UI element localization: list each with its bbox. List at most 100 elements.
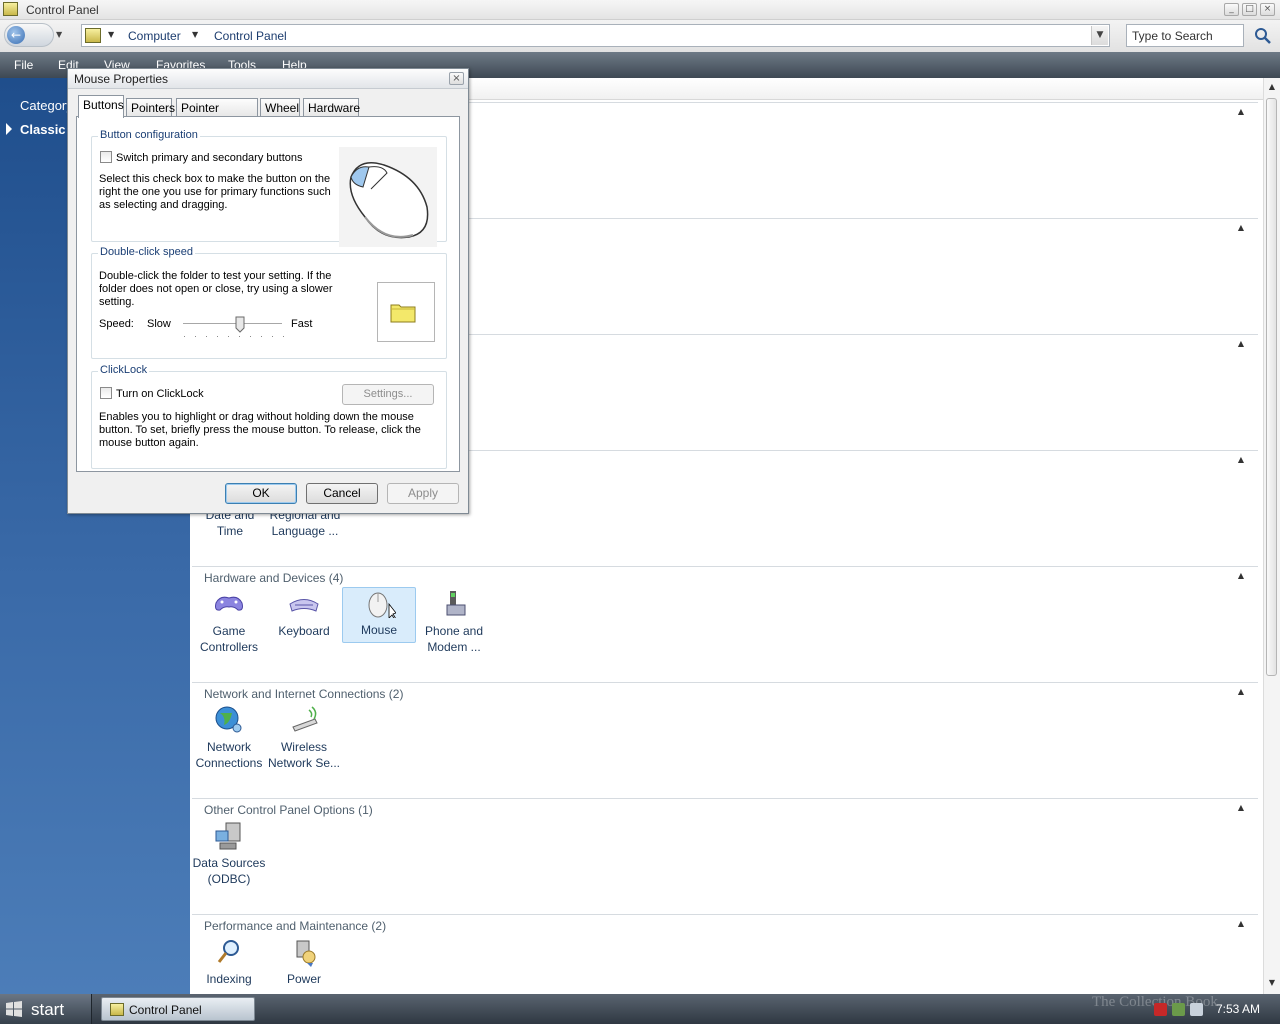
gamepad-icon	[215, 596, 243, 611]
button-config-desc-line2: right the one you use for primary functi…	[99, 186, 331, 198]
magnifier-icon	[217, 940, 239, 963]
item-date-and-time[interactable]: Date and Time	[193, 507, 267, 563]
item-wireless-network-setup[interactable]: Wireless Network Se...	[267, 705, 341, 770]
tab-pointers[interactable]: Pointers	[126, 98, 175, 117]
tab-buttons[interactable]: Buttons	[78, 95, 124, 118]
collapse-icon[interactable]: ▲	[1238, 571, 1244, 580]
title-bar: Control Panel _ □ ×	[0, 0, 1280, 20]
scroll-up-icon[interactable]: ▲	[1265, 80, 1279, 94]
group-title: Performance and Maintenance (2)	[204, 919, 387, 933]
control-panel-icon	[110, 1003, 124, 1016]
start-label: start	[31, 1000, 65, 1019]
dialog-close-button[interactable]: ×	[449, 72, 464, 85]
buttons-tab-panel: Button configuration Switch primary and …	[76, 116, 460, 472]
network-globe-icon	[215, 706, 242, 733]
chevron-down-icon[interactable]: ▼	[192, 30, 198, 39]
apply-button[interactable]: Apply	[387, 483, 459, 504]
back-arrow-icon: ←	[7, 26, 25, 44]
taskbar: start Control Panel The Collection Book …	[0, 994, 1280, 1024]
clicklock-legend: ClickLock	[98, 364, 150, 376]
collapse-icon[interactable]: ▲	[1238, 803, 1244, 812]
tab-wheel[interactable]: Wheel	[260, 98, 300, 117]
sidebar-item-category-view[interactable]: Category	[20, 98, 73, 113]
vertical-scrollbar[interactable]: ▲ ▼	[1263, 78, 1280, 994]
address-row: ← ▼ ▼ Computer ▼ Control Panel ▼ Type to…	[0, 20, 1280, 52]
control-panel-icon	[3, 2, 18, 16]
volume-icon[interactable]	[1190, 1003, 1203, 1016]
windows-logo-icon	[6, 1001, 22, 1017]
sidebar-item-classic-view[interactable]: Classic	[20, 122, 66, 137]
item-regional-and-language[interactable]: Regional and Language ...	[266, 507, 344, 563]
breadcrumb-computer[interactable]: Computer	[128, 29, 181, 43]
taskbar-button-control-panel[interactable]: Control Panel	[101, 997, 255, 1021]
group-title: Network and Internet Connections (2)	[204, 687, 404, 701]
scroll-thumb[interactable]	[1266, 98, 1277, 676]
fast-label: Fast	[291, 318, 313, 330]
collapse-icon[interactable]: ▲	[1238, 687, 1244, 696]
tab-hardware[interactable]: Hardware	[303, 98, 360, 117]
mouse-illustration-icon	[339, 147, 437, 247]
collapse-icon[interactable]: ▲	[1238, 223, 1244, 232]
double-click-legend: Double-click speed	[98, 246, 195, 258]
address-dropdown-icon[interactable]: ▼	[1091, 26, 1108, 45]
double-click-desc-line1: Double-click the folder to test your set…	[99, 270, 332, 282]
minimize-button[interactable]: _	[1224, 3, 1239, 16]
cancel-button[interactable]: Cancel	[306, 483, 378, 504]
keyboard-icon	[289, 599, 319, 612]
network-tray-icon[interactable]	[1172, 1003, 1185, 1016]
search-input[interactable]: Type to Search	[1126, 24, 1244, 47]
scroll-down-icon[interactable]: ▼	[1265, 976, 1279, 990]
speed-label: Speed:	[99, 318, 134, 330]
database-icon	[215, 822, 241, 850]
item-network-connections[interactable]: Network Connections	[192, 705, 266, 770]
item-data-sources-odbc[interactable]: Data Sources (ODBC)	[192, 821, 266, 886]
clicklock-settings-button[interactable]: Settings...	[342, 384, 434, 405]
item-phone-and-modem[interactable]: Phone and Modem ...	[417, 589, 491, 654]
item-mouse[interactable]: Mouse	[342, 587, 416, 643]
mouse-icon	[368, 592, 396, 618]
search-icon[interactable]	[1254, 27, 1272, 45]
clicklock-desc-line1: Enables you to highlight or drag without…	[99, 411, 414, 423]
menu-file[interactable]: File	[14, 58, 33, 72]
history-dropdown-icon[interactable]: ▼	[56, 30, 62, 39]
collapse-icon[interactable]: ▲	[1238, 455, 1244, 464]
switch-buttons-label[interactable]: Switch primary and secondary buttons	[116, 152, 302, 165]
category-group-other: Other Control Panel Options (1) ▲ Data S…	[192, 798, 1258, 914]
double-click-speed-slider[interactable]	[183, 323, 282, 325]
taskbar-button-label: Control Panel	[129, 1003, 202, 1017]
clicklock-checkbox[interactable]	[100, 387, 112, 399]
mouse-properties-dialog: Mouse Properties × Buttons Pointers Poin…	[67, 68, 469, 514]
address-bar[interactable]: ▼ Computer ▼ Control Panel ▼	[81, 24, 1110, 47]
ok-button[interactable]: OK	[225, 483, 297, 504]
button-config-desc-line3: as selecting and dragging.	[99, 199, 228, 211]
item-keyboard[interactable]: Keyboard	[267, 589, 341, 645]
collapse-icon[interactable]: ▲	[1238, 339, 1244, 348]
tab-pointer-options[interactable]: Pointer Options	[176, 98, 258, 129]
test-folder-area[interactable]	[377, 282, 435, 342]
maximize-button[interactable]: □	[1242, 3, 1257, 16]
phone-icon	[446, 591, 466, 616]
clicklock-label[interactable]: Turn on ClickLock	[116, 388, 204, 401]
button-configuration-group: Button configuration Switch primary and …	[91, 129, 447, 247]
double-click-speed-group: Double-click speed Double-click the fold…	[91, 246, 447, 359]
item-power[interactable]: Power	[267, 937, 341, 993]
item-game-controllers[interactable]: Game Controllers	[192, 589, 266, 654]
clicklock-desc-line3: mouse button again.	[99, 437, 199, 449]
double-click-desc-line3: setting.	[99, 296, 135, 308]
double-click-desc-line2: folder does not open or close, try using…	[99, 283, 333, 295]
expand-arrow-icon	[6, 123, 12, 135]
security-shield-icon[interactable]	[1154, 1003, 1167, 1016]
clicklock-group: ClickLock Turn on ClickLock Settings... …	[91, 364, 447, 469]
item-indexing[interactable]: Indexing	[192, 937, 266, 993]
back-button[interactable]: ←	[4, 23, 54, 47]
slider-thumb[interactable]	[235, 316, 245, 333]
breadcrumb-control-panel[interactable]: Control Panel	[214, 29, 287, 43]
chevron-down-icon[interactable]: ▼	[108, 30, 114, 39]
switch-buttons-checkbox[interactable]	[100, 151, 112, 163]
collapse-icon[interactable]: ▲	[1238, 107, 1244, 116]
slow-label: Slow	[147, 318, 171, 330]
dialog-title-bar[interactable]: Mouse Properties ×	[68, 69, 468, 89]
start-button[interactable]: start	[0, 994, 92, 1024]
collapse-icon[interactable]: ▲	[1238, 919, 1244, 928]
close-button[interactable]: ×	[1260, 3, 1275, 16]
